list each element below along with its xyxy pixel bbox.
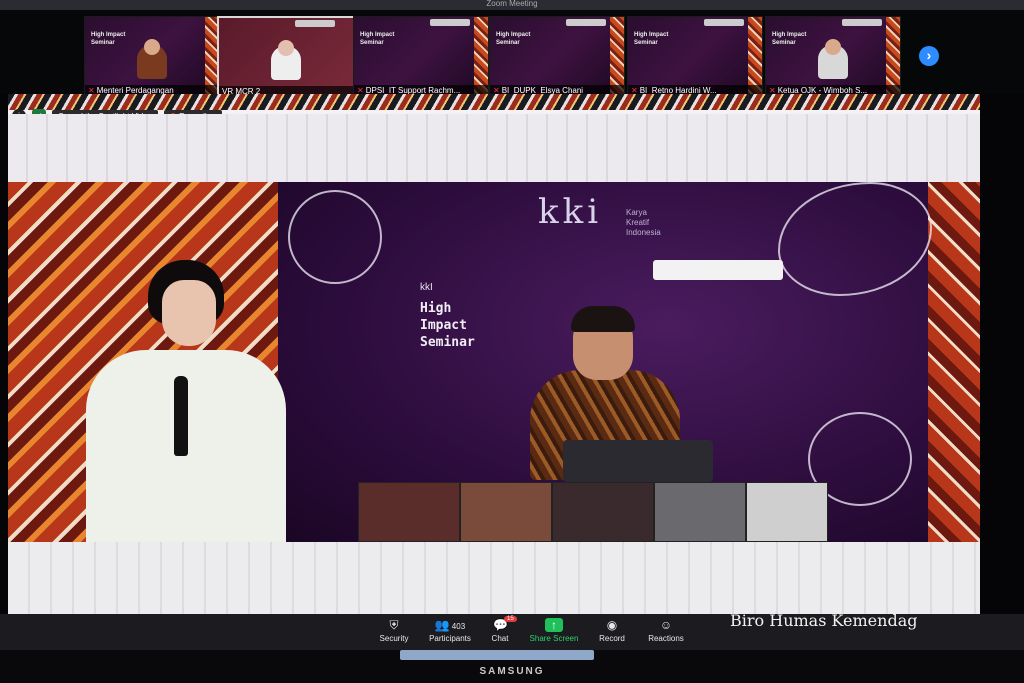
participant-tile[interactable]: High Impact Seminar ✕ Ketua OJK - Wimboh …	[765, 16, 901, 98]
mini-toolbar	[295, 20, 335, 27]
flower-ornament	[288, 190, 382, 284]
share-screen-label: Share Screen	[529, 634, 579, 643]
reactions-label: Reactions	[648, 634, 684, 643]
mini-toolbar	[566, 19, 606, 26]
mini-toolbar	[430, 19, 470, 26]
event-title: High Impact Seminar	[420, 301, 475, 350]
watermark: Biro Humas Kemendag	[730, 611, 918, 630]
window-title: Zoom Meeting	[486, 0, 538, 8]
participant-strip: High Impact Seminar ✕ Menteri Perdagangan…	[0, 10, 1024, 100]
mini-toolbar	[842, 19, 882, 26]
participants-count: 403	[451, 622, 466, 631]
batik-right-panel	[928, 182, 980, 542]
stage-video: kki Karya Kreatif Indonesia kkI High Imp…	[8, 182, 980, 542]
share-screen-button[interactable]: ↑ Share Screen	[524, 618, 584, 643]
tile-seminar-label: High Impact Seminar	[772, 32, 807, 46]
record-label: Record	[599, 634, 625, 643]
remote-participant	[552, 482, 654, 542]
participant-face	[278, 40, 294, 56]
remote-participants-row	[358, 482, 828, 542]
record-icon: ◉	[606, 618, 618, 632]
speaker-hair	[571, 306, 635, 332]
window-titlebar: Zoom Meeting	[0, 0, 1024, 10]
security-button[interactable]: ⛨ Security	[364, 618, 424, 643]
tile-seminar-label: High Impact Seminar	[634, 32, 669, 46]
shield-icon: ⛨	[389, 618, 399, 632]
participant-face	[144, 39, 160, 55]
participant-tile[interactable]: High Impact Seminar ✕ DPSI_IT Support Rac…	[353, 16, 489, 98]
brand-subtitle: Karya Kreatif Indonesia	[626, 208, 661, 237]
backdrop-white-top	[8, 114, 980, 182]
monitor-brand-logo: SAMSUNG	[479, 666, 545, 677]
participant-tile[interactable]: High Impact Seminar ✕ BI_DUPK_Elsya Chani	[489, 16, 625, 98]
podium	[563, 440, 713, 482]
event-logo: kkI	[420, 282, 433, 293]
security-label: Security	[379, 634, 409, 643]
participant-tile[interactable]: High Impact Seminar ✕ BI_Retno Hardini W.…	[627, 16, 763, 98]
remote-participant	[358, 482, 460, 542]
share-screen-icon: ↑	[545, 618, 563, 632]
remote-participant	[746, 482, 828, 542]
participants-label: Participants	[429, 634, 471, 643]
participant-tile-active[interactable]: VR MCR 2	[217, 16, 355, 100]
microphone-icon	[174, 376, 188, 456]
chat-badge: 15	[504, 616, 517, 622]
participant-tile[interactable]: High Impact Seminar ✕ Menteri Perdagangan	[84, 16, 220, 98]
chat-button[interactable]: 15 💬 Chat	[470, 616, 530, 643]
reactions-button[interactable]: ☺ Reactions	[636, 618, 696, 643]
brand-logo: kki	[538, 192, 603, 232]
chevron-right-icon[interactable]: ›	[919, 46, 939, 66]
host-face	[162, 280, 216, 346]
tile-seminar-label: High Impact Seminar	[360, 32, 395, 46]
remote-participant	[460, 482, 552, 542]
embedded-toolbar	[653, 260, 783, 280]
mini-toolbar	[704, 19, 744, 26]
spotlight-video: i ✓ Cancel the Spotlight Video Recording…	[8, 94, 980, 614]
taskbar-dock	[400, 650, 594, 660]
tile-seminar-label: High Impact Seminar	[496, 32, 531, 46]
tile-seminar-label: High Impact Seminar	[91, 32, 126, 46]
reactions-icon: ☺	[659, 618, 673, 632]
backdrop-white-bottom	[8, 542, 980, 614]
participant-face	[825, 39, 841, 55]
remote-participant	[654, 482, 746, 542]
chat-label: Chat	[491, 634, 509, 643]
record-button[interactable]: ◉ Record	[582, 618, 642, 643]
